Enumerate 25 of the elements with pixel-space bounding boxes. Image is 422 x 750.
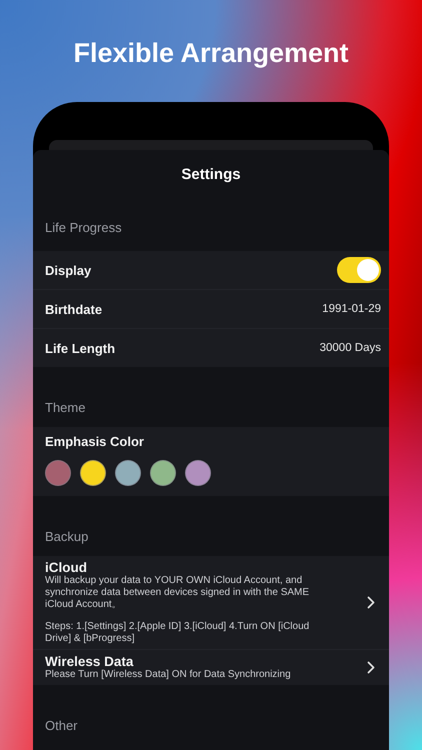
chevron-icon[interactable] xyxy=(367,596,375,609)
row-value: 1991-01-29 xyxy=(322,303,381,315)
row-label: Emphasis Color xyxy=(45,434,144,449)
screen-title: Settings xyxy=(180,165,242,185)
row-note: Steps: 1.[Settings] 2.[Apple ID] 3.[iCloud] 4.Turn ON [iCloud Drive] & [bProgress] xyxy=(45,621,310,645)
row-label: Display xyxy=(45,262,92,278)
row-description: Will backup your data to YOUR OWN iCloud Account, and synchronize data between devices signed in with the SAME iCloud Account。 xyxy=(45,575,310,611)
color-swatch[interactable] xyxy=(185,460,211,486)
section-header: Backup xyxy=(45,529,88,544)
chevron-icon[interactable] xyxy=(367,661,375,674)
color-swatch[interactable] xyxy=(80,460,106,486)
headline: Flexible Arrangement xyxy=(73,38,349,70)
row-value: 30000 Days xyxy=(320,342,381,354)
row-label: Wireless Data xyxy=(45,654,134,669)
section-header: Theme xyxy=(45,400,86,415)
section-header: Other xyxy=(45,718,78,733)
row-label: Birthdate xyxy=(45,302,102,316)
toggle-switch[interactable] xyxy=(337,257,381,283)
row-description: Please Turn [Wireless Data] ON for Data Synchronizing xyxy=(45,669,292,681)
section-header: Life Progress xyxy=(45,220,122,235)
row-label: iCloud xyxy=(45,560,88,575)
color-swatch[interactable] xyxy=(150,460,176,486)
row-label: Life Length xyxy=(45,340,116,356)
color-swatch[interactable] xyxy=(115,460,141,486)
color-swatch[interactable] xyxy=(45,460,71,486)
